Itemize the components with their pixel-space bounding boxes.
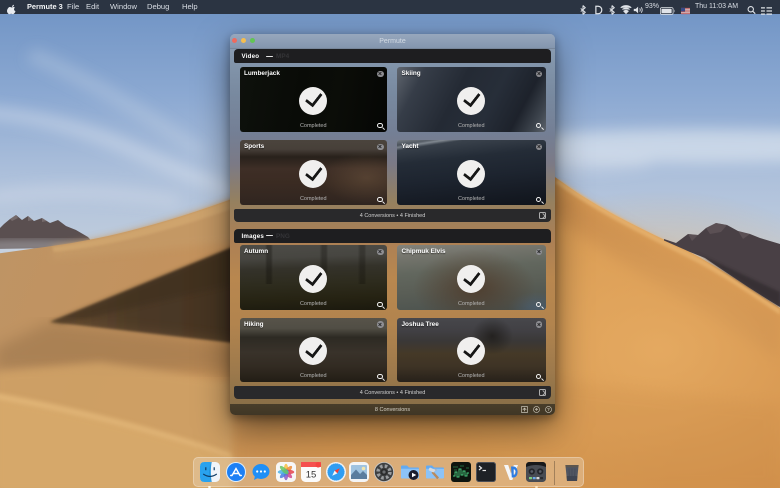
svg-text:15: 15 [306, 470, 317, 481]
svg-text:?: ? [547, 407, 550, 412]
